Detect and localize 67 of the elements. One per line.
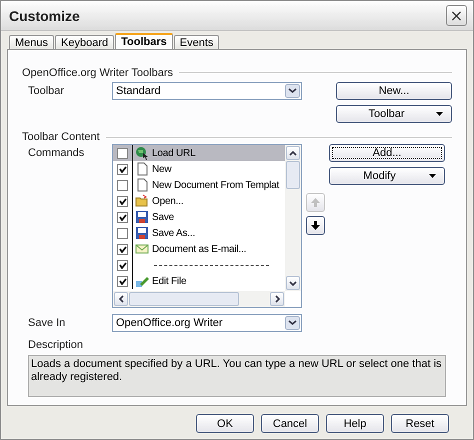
scroll-thumb[interactable]: [286, 161, 300, 190]
folder-icon: [135, 194, 149, 208]
page-icon: [135, 178, 149, 192]
section-heading: Toolbar Content: [22, 131, 100, 144]
command-label: Edit File: [152, 276, 186, 287]
command-label: Load URL: [152, 148, 196, 159]
command-row[interactable]: New Document From Templat: [113, 177, 285, 194]
checkbox[interactable]: [117, 260, 128, 271]
checkbox[interactable]: [117, 148, 128, 159]
toolbar-dropdown[interactable]: Standard: [112, 82, 302, 100]
add-button[interactable]: Add...: [329, 144, 445, 162]
command-label: Save As...: [152, 228, 196, 239]
new-button[interactable]: New...: [336, 82, 452, 100]
move-down-button[interactable]: [306, 216, 325, 236]
checkbox[interactable]: [117, 212, 128, 223]
command-row[interactable]: New: [113, 161, 285, 178]
dialog-button[interactable]: Help: [326, 414, 384, 433]
command-label: Open...: [152, 196, 184, 207]
commands-label: Commands: [28, 146, 86, 160]
description-label: Description: [28, 338, 84, 352]
pencil-icon: [135, 274, 149, 288]
tab[interactable]: Events: [174, 35, 220, 49]
command-row[interactable]: Edit File: [113, 273, 285, 290]
checkbox[interactable]: [117, 180, 128, 191]
down-arrow-icon: [311, 221, 320, 230]
tab[interactable]: Keyboard: [55, 35, 114, 49]
caret-icon: [436, 112, 443, 116]
dialog-button[interactable]: Cancel: [261, 414, 319, 433]
page-icon: [135, 162, 149, 176]
scroll-thumb[interactable]: [129, 292, 239, 306]
toolbar-label: Toolbar: [28, 84, 66, 97]
command-row[interactable]: Save: [113, 209, 285, 226]
modify-menu-button[interactable]: Modify: [329, 167, 445, 186]
close-button[interactable]: ×: [446, 5, 467, 26]
checkbox[interactable]: [117, 164, 128, 175]
command-row[interactable]: Open...: [113, 193, 285, 210]
tab[interactable]: Toolbars: [115, 33, 173, 49]
command-label: Save: [152, 212, 174, 223]
caret-icon: [429, 174, 436, 178]
command-label: Document as E-mail...: [152, 244, 246, 255]
tab[interactable]: Menus: [9, 35, 54, 49]
command-row[interactable]: Save As...: [113, 225, 285, 242]
chevron-icon: [118, 295, 124, 304]
description-text: Loads a document specified by a URL. You can type a new URL or select one that is already registered.: [31, 358, 443, 384]
up-arrow-icon: [311, 198, 320, 208]
chevron-icon: [274, 295, 280, 304]
save-in-dropdown[interactable]: OpenOffice.org Writer: [112, 314, 302, 332]
checkbox[interactable]: [117, 276, 128, 287]
checkbox[interactable]: [117, 228, 128, 239]
command-row[interactable]: Load URL: [113, 145, 285, 162]
window-title: Customize: [9, 8, 80, 24]
section-heading: OpenOffice.org Writer Toolbars: [22, 66, 174, 79]
envelope-icon: [135, 242, 149, 256]
chevron-icon: [289, 150, 297, 156]
dialog-button[interactable]: Reset: [391, 414, 449, 433]
globe-icon: [135, 146, 149, 160]
command-row[interactable]: Document as E-mail...: [113, 241, 285, 258]
checkbox[interactable]: [117, 196, 128, 207]
checkbox[interactable]: [117, 244, 128, 255]
chevron-icon: [289, 280, 297, 286]
dialog-button[interactable]: OK: [196, 414, 254, 433]
command-label: New: [152, 164, 172, 175]
toolbar-menu-button[interactable]: Toolbar: [336, 104, 452, 123]
save-in-label: Save In: [28, 316, 66, 330]
horizontal-scrollbar[interactable]: [113, 291, 285, 308]
command-label: New Document From Templat: [152, 180, 280, 191]
vertical-scrollbar[interactable]: [285, 145, 301, 292]
